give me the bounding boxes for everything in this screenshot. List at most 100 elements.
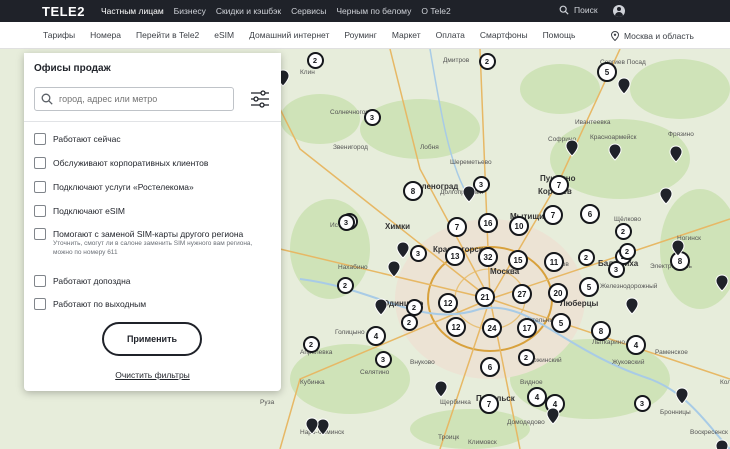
checkbox[interactable] (34, 205, 46, 217)
office-cluster[interactable]: 4 (626, 335, 646, 355)
office-cluster[interactable]: 2 (400, 313, 418, 331)
office-cluster[interactable]: 2 (478, 52, 496, 70)
office-pin-icon[interactable] (305, 417, 319, 435)
sub-nav-item[interactable]: Тарифы (43, 30, 75, 40)
top-nav-item[interactable]: О Tele2 (421, 6, 450, 16)
checkbox[interactable] (34, 275, 46, 287)
sub-nav-item[interactable]: eSIM (214, 30, 234, 40)
office-cluster[interactable]: 16 (478, 213, 498, 233)
filter-option[interactable]: Работают по выходным (34, 298, 146, 310)
apply-filters-button[interactable]: Применить (102, 322, 202, 356)
top-nav-item[interactable]: Скидки и кэшбэк (216, 6, 281, 16)
office-pin-icon[interactable] (387, 260, 401, 278)
office-cluster[interactable]: 7 (479, 394, 499, 414)
office-cluster[interactable]: 21 (475, 287, 495, 307)
office-cluster[interactable]: 20 (548, 283, 568, 303)
office-cluster[interactable]: 24 (482, 318, 502, 338)
office-cluster[interactable]: 2 (618, 242, 636, 260)
office-cluster[interactable]: 2 (336, 276, 354, 294)
office-pin-icon[interactable] (671, 239, 685, 257)
sub-nav-item[interactable]: Домашний интернет (249, 30, 329, 40)
office-cluster[interactable]: 2 (306, 51, 324, 69)
checkbox[interactable] (34, 157, 46, 169)
office-pin-icon[interactable] (675, 387, 689, 405)
filter-option[interactable]: Подключают услуги «Ростелекома» (34, 181, 194, 193)
office-cluster[interactable]: 13 (445, 246, 465, 266)
office-pin-icon[interactable] (546, 407, 560, 425)
office-cluster[interactable]: 11 (544, 252, 564, 272)
office-pin-icon[interactable] (396, 241, 410, 259)
office-cluster[interactable]: 3 (363, 108, 381, 126)
office-cluster[interactable]: 2 (614, 222, 632, 240)
top-nav-item[interactable]: Черным по белому (336, 6, 411, 16)
office-cluster[interactable]: 6 (480, 357, 500, 377)
office-cluster[interactable]: 3 (374, 350, 392, 368)
sub-nav-item[interactable]: Смартфоны (480, 30, 528, 40)
top-search[interactable]: Поиск (559, 5, 598, 15)
office-cluster[interactable]: 15 (508, 250, 528, 270)
office-cluster[interactable]: 2 (302, 335, 320, 353)
office-pin-icon[interactable] (715, 274, 729, 292)
filter-option[interactable]: Обслуживают корпоративных клиентов (34, 157, 208, 169)
filter-option[interactable]: Работают допоздна (34, 275, 131, 287)
filter-option[interactable]: Подключают eSIM (34, 205, 125, 217)
office-pin-icon[interactable] (625, 297, 639, 315)
sub-nav-item[interactable]: Перейти в Tele2 (136, 30, 199, 40)
sub-nav-item[interactable]: Маркет (392, 30, 421, 40)
office-cluster[interactable]: 3 (607, 260, 625, 278)
office-pin-icon[interactable] (669, 145, 683, 163)
office-pin-icon[interactable] (715, 439, 729, 449)
office-cluster[interactable]: 2 (517, 348, 535, 366)
sub-nav-item[interactable]: Оплата (436, 30, 465, 40)
address-search-box[interactable] (34, 87, 234, 111)
office-cluster[interactable]: 4 (527, 387, 547, 407)
office-cluster[interactable]: 4 (366, 326, 386, 346)
office-pin-icon[interactable] (608, 143, 622, 161)
checkbox[interactable] (34, 181, 46, 193)
office-cluster[interactable]: 27 (512, 284, 532, 304)
office-pin-icon[interactable] (374, 298, 388, 316)
office-pin-icon[interactable] (462, 185, 476, 203)
office-pin-icon[interactable] (565, 139, 579, 157)
office-cluster[interactable]: 5 (551, 313, 571, 333)
office-cluster[interactable]: 12 (438, 293, 458, 313)
office-cluster[interactable]: 5 (579, 277, 599, 297)
profile-icon[interactable] (613, 5, 625, 17)
office-pin-icon[interactable] (434, 380, 448, 398)
office-cluster[interactable]: 2 (405, 298, 423, 316)
top-nav-item[interactable]: Бизнесу (174, 6, 206, 16)
office-cluster[interactable]: 10 (509, 216, 529, 236)
sub-nav-item[interactable]: Роуминг (344, 30, 376, 40)
office-pin-icon[interactable] (659, 187, 673, 205)
office-cluster[interactable]: 17 (517, 318, 537, 338)
sub-nav-item[interactable]: Помощь (543, 30, 576, 40)
office-cluster[interactable]: 3 (409, 244, 427, 262)
office-cluster[interactable]: 12 (446, 317, 466, 337)
top-nav-item[interactable]: Сервисы (291, 6, 326, 16)
office-cluster[interactable]: 32 (478, 247, 498, 267)
office-cluster[interactable]: 8 (591, 321, 611, 341)
map-label: Коломна (720, 379, 730, 386)
address-search-input[interactable] (59, 94, 224, 104)
filter-settings-icon[interactable] (250, 90, 270, 108)
office-cluster[interactable]: 8 (403, 181, 423, 201)
filter-option[interactable]: Работают сейчас (34, 133, 121, 145)
office-cluster[interactable]: 3 (337, 213, 355, 231)
office-cluster[interactable]: 3 (633, 394, 651, 412)
clear-filters-link[interactable]: Очистить фильтры (24, 370, 281, 380)
office-cluster[interactable]: 2 (577, 248, 595, 266)
checkbox[interactable] (34, 133, 46, 145)
office-cluster[interactable]: 7 (549, 175, 569, 195)
region-selector[interactable]: Москва и область (611, 31, 694, 41)
checkbox[interactable] (34, 228, 46, 240)
sub-nav-item[interactable]: Номера (90, 30, 121, 40)
checkbox[interactable] (34, 298, 46, 310)
top-nav-item[interactable]: Частным лицам (101, 6, 164, 16)
office-cluster[interactable]: 7 (543, 205, 563, 225)
tele2-logo[interactable]: TELE2 (42, 4, 85, 19)
office-pin-icon[interactable] (617, 77, 631, 95)
office-cluster[interactable]: 6 (580, 204, 600, 224)
filter-option[interactable]: Помогают с заменой SIM-карты другого рег… (34, 228, 253, 257)
office-cluster[interactable]: 7 (447, 217, 467, 237)
office-cluster[interactable]: 5 (597, 62, 617, 82)
